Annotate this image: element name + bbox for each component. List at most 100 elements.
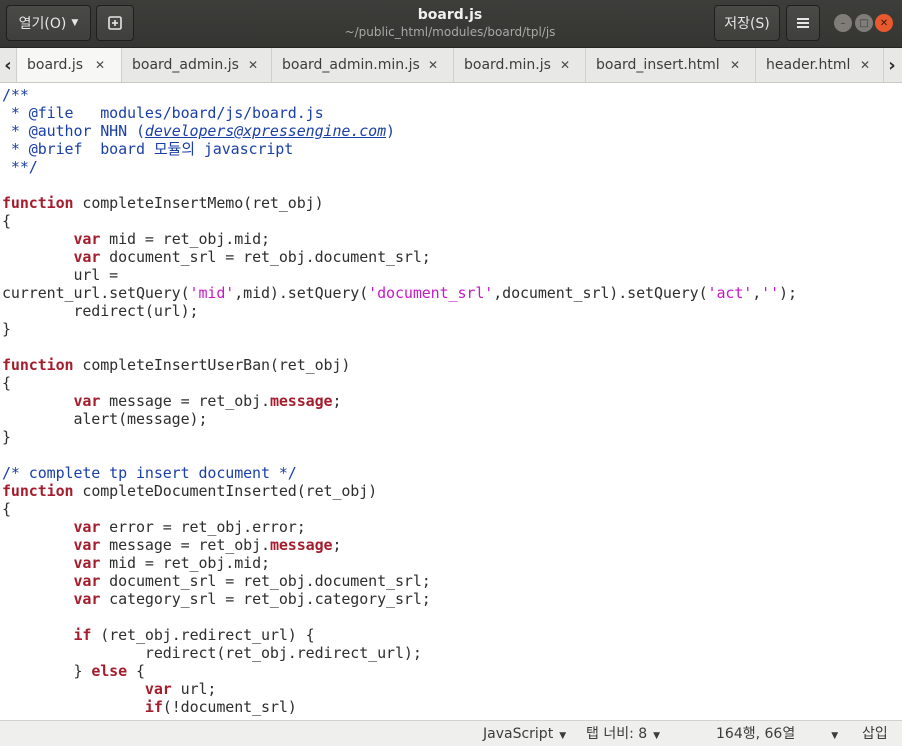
code-line: { (2, 374, 11, 392)
code-line: } (2, 320, 11, 338)
code-text: url; (171, 680, 217, 698)
close-tab-icon[interactable]: ✕ (248, 58, 258, 72)
tab-board-insert-html[interactable]: board_insert.html ✕ (586, 48, 756, 82)
open-label: 열기(O) (18, 16, 67, 32)
code-comment: **/ (2, 158, 38, 176)
code-text: { (127, 662, 145, 680)
code-keyword: if (144, 698, 163, 716)
code-line: function completeInsertUserBan(ret_obj) (2, 356, 350, 374)
code-text: { (2, 212, 11, 230)
tab-label: header.html (766, 57, 851, 73)
code-line: url = (2, 266, 118, 284)
code-line: redirect(url); (2, 302, 198, 320)
code-keyword: function (2, 356, 74, 374)
save-button[interactable]: 저장(S) (714, 5, 780, 41)
cursor-position-label: 164행, 66열 (716, 726, 796, 742)
header-bar: 열기(O) ▼ board.js ~/public_html/modules/b… (0, 0, 902, 48)
code-line: /** (2, 86, 29, 104)
code-comment: /* complete tp insert document */ (2, 464, 297, 482)
code-keyword: var (144, 680, 172, 698)
open-button[interactable]: 열기(O) ▼ (6, 5, 91, 41)
code-line: } (2, 428, 11, 446)
chevron-down-icon: ▼ (559, 731, 567, 741)
code-string: 'document_srl' (368, 284, 494, 302)
code-line: * @file modules/board/js/board.js (2, 104, 324, 122)
cursor-position-selector[interactable]: 164행, 66열 ▼ (716, 725, 838, 743)
code-text: (!document_srl) (162, 698, 297, 716)
tab-board-admin-js[interactable]: board_admin.js ✕ (122, 48, 272, 82)
code-keyword: var (73, 230, 101, 248)
status-bar: JavaScript ▼ 탭 너비: 8 ▼ 164행, 66열 ▼ 삽입 (0, 720, 902, 746)
code-text: alert(message); (2, 410, 208, 428)
maximize-button[interactable]: □ (855, 14, 873, 32)
language-label: JavaScript (483, 726, 554, 742)
code-text: ,document_srl).setQuery( (493, 284, 708, 302)
code-text: } (2, 428, 11, 446)
code-line: var document_srl = ret_obj.document_srl; (2, 248, 431, 266)
code-line: if (ret_obj.redirect_url) { (2, 626, 314, 644)
tab-board-js[interactable]: board.js ✕ (16, 48, 122, 82)
close-tab-icon[interactable]: ✕ (560, 58, 570, 72)
tab-scroll-left-button[interactable]: ‹ (0, 48, 16, 82)
chevron-left-icon: ‹ (4, 54, 12, 76)
code-line: * @author NHN (developers@xpressengine.c… (2, 122, 395, 140)
code-text: current_url.setQuery( (2, 284, 190, 302)
code-keyword: var (73, 518, 101, 536)
minimize-icon: – (840, 17, 846, 29)
language-selector[interactable]: JavaScript ▼ (483, 725, 566, 743)
code-keyword: var (73, 554, 101, 572)
tab-scroll-right-button[interactable]: › (884, 48, 900, 82)
tab-board-admin-min-js[interactable]: board_admin.min.js ✕ (272, 48, 454, 82)
insert-mode-label: 삽입 (862, 726, 888, 742)
code-keyword: var (73, 392, 101, 410)
code-string: 'act' (707, 284, 753, 302)
code-line: alert(message); (2, 410, 207, 428)
code-line: if(!document_srl) (2, 698, 297, 716)
chevron-down-icon: ▼ (653, 731, 661, 741)
code-text: redirect(url); (2, 302, 199, 320)
code-comment: * @file modules/board/js/board.js (2, 104, 324, 122)
code-text: error = ret_obj.error; (100, 518, 306, 536)
minimize-button[interactable]: – (834, 14, 852, 32)
code-text: } (2, 662, 92, 680)
hamburger-menu-button[interactable] (786, 5, 820, 41)
chevron-down-icon: ▼ (831, 731, 839, 741)
close-tab-icon[interactable]: ✕ (730, 58, 740, 72)
insert-mode-indicator[interactable]: 삽입 (862, 725, 888, 743)
tab-board-min-js[interactable]: board.min.js ✕ (454, 48, 586, 82)
new-tab-button[interactable] (96, 5, 134, 41)
code-keyword: message (269, 536, 333, 554)
code-editor[interactable]: /** * @file modules/board/js/board.js * … (0, 84, 902, 720)
close-tab-icon[interactable]: ✕ (428, 58, 438, 72)
code-text: document_srl = ret_obj.document_srl; (100, 248, 431, 266)
code-line: function completeInsertMemo(ret_obj) (2, 194, 324, 212)
maximize-icon: □ (859, 17, 869, 29)
code-string: 'mid' (189, 284, 235, 302)
code-text: { (2, 500, 11, 518)
code-line: var document_srl = ret_obj.document_srl; (2, 572, 431, 590)
code-text: document_srl = ret_obj.document_srl; (100, 572, 431, 590)
code-line: { (2, 212, 11, 230)
code-line: var mid = ret_obj.mid; (2, 554, 270, 572)
close-tab-icon[interactable]: ✕ (95, 58, 105, 72)
code-keyword: var (73, 572, 101, 590)
tab-label: board_admin.min.js (282, 57, 420, 73)
code-text: url = (2, 266, 119, 284)
close-tab-icon[interactable]: ✕ (860, 58, 870, 72)
code-line: redirect(ret_obj.redirect_url); (2, 644, 422, 662)
tab-header-html[interactable]: header.html ✕ (756, 48, 884, 82)
code-text: mid = ret_obj.mid; (100, 230, 270, 248)
close-button[interactable]: ✕ (875, 14, 893, 32)
new-document-icon (108, 16, 122, 30)
tab-width-selector[interactable]: 탭 너비: 8 ▼ (586, 725, 660, 743)
code-comment: developers@xpressengine.com (144, 122, 387, 140)
code-line: current_url.setQuery('mid',mid).setQuery… (2, 284, 797, 302)
code-text: completeInsertUserBan(ret_obj) (73, 356, 351, 374)
code-text: category_srl = ret_obj.category_srl; (100, 590, 431, 608)
